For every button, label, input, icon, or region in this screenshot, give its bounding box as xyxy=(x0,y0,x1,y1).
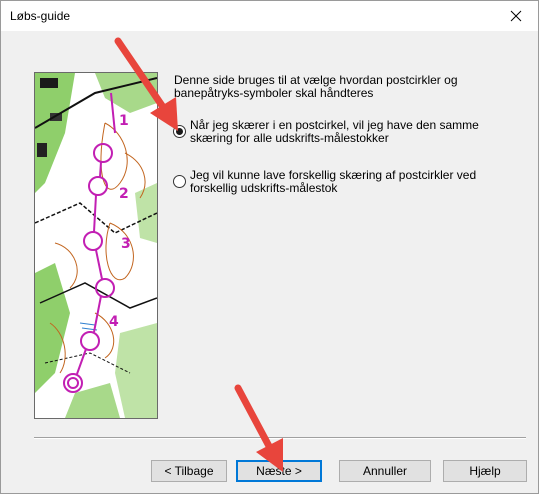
wizard-dialog: Løbs-guide 1 2 3 4 Denne side bruges til… xyxy=(0,0,539,494)
map-label: 2 xyxy=(119,186,129,202)
close-button[interactable] xyxy=(494,1,538,31)
option-label: Jeg vil kunne lave forskellig skæring af… xyxy=(190,168,477,195)
map-label: 3 xyxy=(121,236,131,252)
option-label: Når jeg skærer i en postcirkel, vil jeg … xyxy=(190,118,479,145)
map-label: 4 xyxy=(109,314,119,330)
back-button[interactable]: < Tilbage xyxy=(151,460,227,482)
radio-button-selected[interactable] xyxy=(173,125,186,138)
title-bar: Løbs-guide xyxy=(1,1,538,31)
help-button[interactable]: Hjælp xyxy=(443,460,527,482)
orienteering-map-image: 1 2 3 4 xyxy=(34,72,158,419)
page-description: Denne side bruges til at vælge hvordan p… xyxy=(174,73,458,100)
next-button[interactable]: Næste > xyxy=(236,460,322,482)
map-label: 1 xyxy=(119,113,129,129)
close-icon xyxy=(510,10,522,22)
window-title: Løbs-guide xyxy=(10,9,71,23)
radio-button[interactable] xyxy=(173,175,186,188)
cancel-button[interactable]: Annuller xyxy=(339,460,431,482)
separator xyxy=(34,437,526,439)
